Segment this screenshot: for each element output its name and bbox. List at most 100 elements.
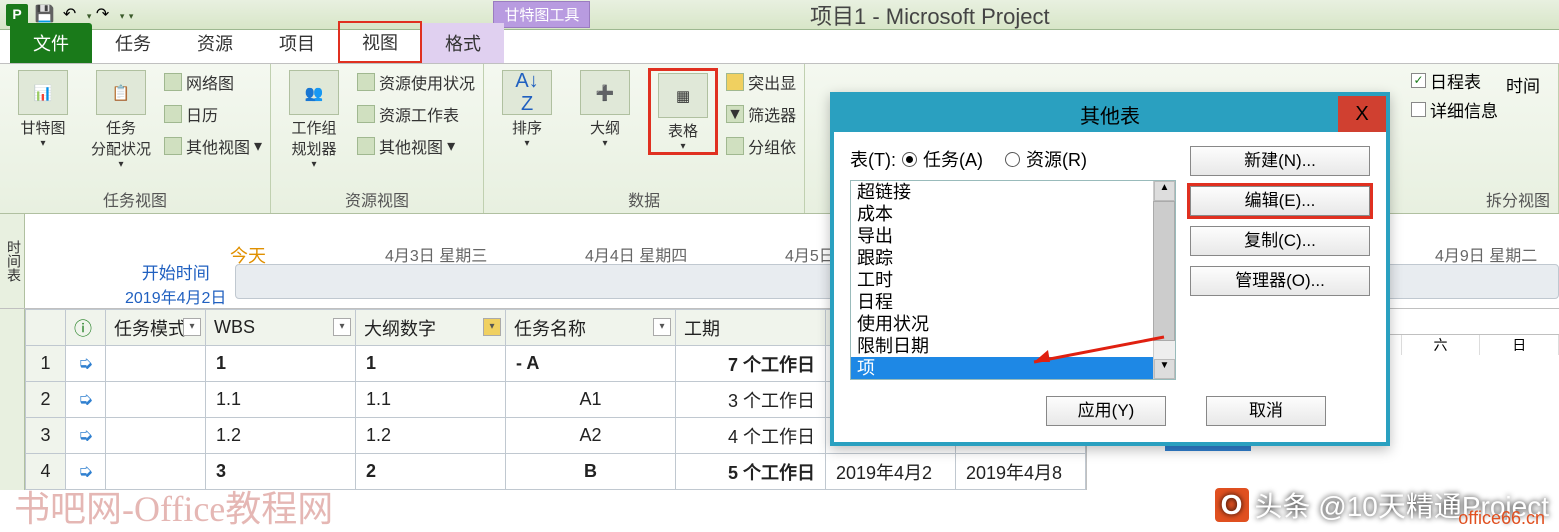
outline-icon: ➕ <box>580 70 630 115</box>
list-item[interactable]: 跟踪 <box>851 247 1175 269</box>
dialog-other-tables: 其他表 X 表(T): 任务(A) 资源(R) 超链接 成本 导出 跟踪 工时 … <box>830 92 1390 446</box>
dropdown-icon[interactable]: ▾ <box>183 318 201 336</box>
col-info[interactable]: ⓘ <box>66 310 106 346</box>
scroll-thumb[interactable] <box>1153 201 1175 341</box>
group-data: A↓Z 排序▾ ➕ 大纲▾ ▦ 表格▾ 突出显 ▼筛选器 分组依 数据 <box>484 64 805 213</box>
chk-timeline[interactable]: 日程表 <box>1411 68 1498 93</box>
btn-organizer[interactable]: 管理器(O)... <box>1190 266 1370 296</box>
col-task-mode[interactable]: 任务模式▾ <box>106 310 206 346</box>
btn-filter[interactable]: ▼筛选器 <box>726 100 796 128</box>
office-logo-icon: O <box>1215 488 1249 522</box>
btn-apply[interactable]: 应用(Y) <box>1046 396 1166 426</box>
team-planner-icon: 👥 <box>289 70 339 115</box>
qat-customize-icon[interactable]: ▾ <box>129 11 134 21</box>
col-rownum[interactable] <box>26 310 66 346</box>
btn-highlight[interactable]: 突出显 <box>726 68 796 96</box>
group-label-resource-views: 资源视图 <box>279 185 475 213</box>
col-wbs[interactable]: WBS▾ <box>206 310 356 346</box>
label-table: 表(T): <box>850 146 896 172</box>
checkbox-icon <box>1411 102 1426 117</box>
tab-resource[interactable]: 资源 <box>174 23 256 63</box>
btn-resource-usage[interactable]: 资源使用状况 <box>357 68 475 96</box>
tab-task[interactable]: 任务 <box>92 23 174 63</box>
btn-gantt-chart[interactable]: 📊 甘特图▾ <box>8 68 78 149</box>
network-icon <box>164 73 182 91</box>
label-time: 时间 <box>1506 68 1540 97</box>
task-mode-icon: ➭ <box>78 353 93 373</box>
dropdown-icon[interactable]: ▾ <box>333 318 351 336</box>
table-type-selector: 表(T): 任务(A) 资源(R) <box>850 146 1176 172</box>
btn-copy[interactable]: 复制(C)... <box>1190 226 1370 256</box>
group-icon <box>726 137 744 155</box>
btn-outline[interactable]: ➕ 大纲▾ <box>570 68 640 149</box>
res-usage-icon <box>357 73 375 91</box>
contextual-tab-label: 甘特图工具 <box>493 1 590 28</box>
btn-network-diagram[interactable]: 网络图 <box>164 68 262 96</box>
dialog-close-button[interactable]: X <box>1338 96 1386 132</box>
timeline-side-label: 时间表 <box>0 214 25 308</box>
gantt-icon: 📊 <box>18 70 68 115</box>
list-item[interactable]: 成本 <box>851 203 1175 225</box>
group-resource-views: 👥 工作组 规划器▾ 资源使用状况 资源工作表 其他视图 ▾ 资源视图 <box>271 64 484 213</box>
list-item[interactable]: 日程 <box>851 291 1175 313</box>
scroll-up-icon[interactable]: ▲ <box>1154 181 1175 201</box>
tab-project[interactable]: 项目 <box>256 23 338 63</box>
group-label-data: 数据 <box>492 185 796 213</box>
list-item[interactable]: 延迟 <box>851 379 1175 380</box>
tab-format[interactable]: 格式 <box>422 23 504 63</box>
list-item[interactable]: 导出 <box>851 225 1175 247</box>
filter-icon: ▼ <box>726 105 744 123</box>
watermark-url: office66.cn <box>1458 508 1545 529</box>
dialog-title: 其他表 <box>1080 100 1140 129</box>
list-item[interactable]: 工时 <box>851 269 1175 291</box>
group-label-task-views: 任务视图 <box>8 185 262 213</box>
other-views2-icon <box>357 137 375 155</box>
btn-other-views[interactable]: 其他视图 ▾ <box>164 132 262 160</box>
timeline-day-4: 4月9日 星期二 <box>1435 242 1537 266</box>
calendar-icon <box>164 105 182 123</box>
window-title: 项目1 - Microsoft Project <box>810 0 1050 31</box>
timeline-day-2: 4月4日 星期四 <box>585 242 687 266</box>
dropdown-icon[interactable]: ▾ <box>483 318 501 336</box>
sort-icon: A↓Z <box>502 70 552 115</box>
btn-sort[interactable]: A↓Z 排序▾ <box>492 68 562 149</box>
radio-task[interactable] <box>902 152 917 167</box>
grid-side-strip <box>0 309 25 490</box>
start-time-label: 开始时间 2019年4月2日 <box>125 259 226 308</box>
btn-tables[interactable]: ▦ 表格▾ <box>648 68 718 155</box>
list-item[interactable]: 超链接 <box>851 181 1175 203</box>
watermark-left: 书吧网-Office教程网 <box>14 480 333 532</box>
task-mode-icon: ➭ <box>78 389 93 409</box>
timeline-day-1: 4月3日 星期三 <box>385 242 487 266</box>
dialog-title-bar[interactable]: 其他表 X <box>834 96 1386 132</box>
info-icon: ⓘ <box>74 319 92 339</box>
btn-task-usage[interactable]: 📋 任务 分配状况▾ <box>86 68 156 170</box>
group-task-views: 📊 甘特图▾ 📋 任务 分配状况▾ 网络图 日历 其他视图 ▾ 任务视图 <box>0 64 271 213</box>
tab-file[interactable]: 文件 <box>10 23 92 63</box>
btn-cancel[interactable]: 取消 <box>1206 396 1326 426</box>
btn-other-views-2[interactable]: 其他视图 ▾ <box>357 132 475 160</box>
btn-team-planner[interactable]: 👥 工作组 规划器▾ <box>279 68 349 170</box>
radio-resource[interactable] <box>1005 152 1020 167</box>
btn-edit[interactable]: 编辑(E)... <box>1190 186 1370 216</box>
col-duration[interactable]: 工期 <box>676 310 826 346</box>
res-sheet-icon <box>357 105 375 123</box>
other-views-icon <box>164 137 182 155</box>
col-task-name[interactable]: 任务名称▾ <box>506 310 676 346</box>
annotation-arrow <box>1024 332 1174 372</box>
task-usage-icon: 📋 <box>96 70 146 115</box>
col-outline-number[interactable]: 大纲数字▾ <box>356 310 506 346</box>
checkbox-icon <box>1411 73 1426 88</box>
tab-view[interactable]: 视图 <box>338 21 422 63</box>
highlight-icon <box>726 73 744 91</box>
ribbon-tabs: 文件 任务 资源 项目 视图 格式 <box>0 30 1559 64</box>
btn-new[interactable]: 新建(N)... <box>1190 146 1370 176</box>
task-mode-icon: ➭ <box>78 461 93 481</box>
task-mode-icon: ➭ <box>78 425 93 445</box>
btn-group[interactable]: 分组依 <box>726 132 796 160</box>
btn-resource-sheet[interactable]: 资源工作表 <box>357 100 475 128</box>
dropdown-icon[interactable]: ▾ <box>653 318 671 336</box>
btn-calendar[interactable]: 日历 <box>164 100 262 128</box>
tables-icon: ▦ <box>658 73 708 118</box>
chk-details[interactable]: 详细信息 <box>1411 97 1498 122</box>
